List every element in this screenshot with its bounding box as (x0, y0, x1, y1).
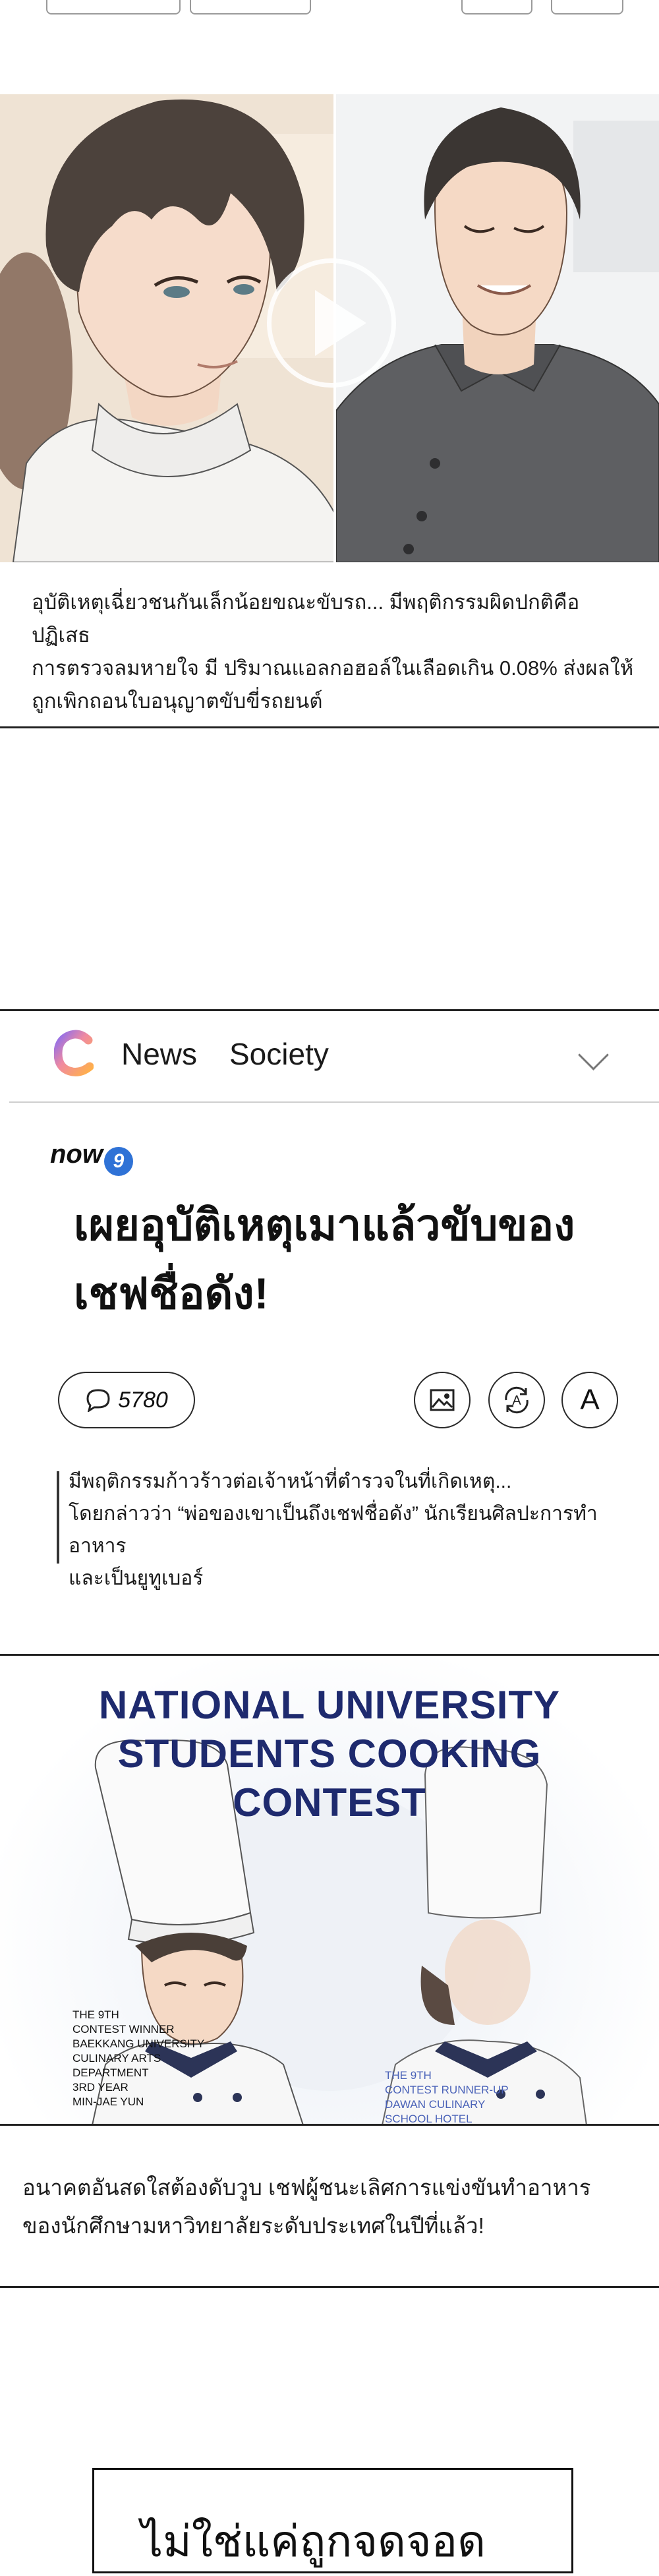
top-button-4[interactable] (551, 0, 623, 15)
winner-info-line: DEPARTMENT (72, 2066, 149, 2079)
winner-info-line: CONTEST WINNER (72, 2023, 175, 2035)
font-size-icon: A (580, 1384, 600, 1416)
comment-bubble-icon (86, 1389, 110, 1412)
winner-info-line: THE 9TH (72, 2008, 119, 2021)
winner-info-line: 3RD YEAR (72, 2081, 129, 2093)
speech-box-text: ไม่ใช่แค่ถูกจดจอด (141, 2517, 486, 2565)
runner-up-info: THE 9TH CONTEST RUNNER-UP DAWAN CULINARY… (385, 2068, 543, 2126)
brand-logo-text: now (50, 1140, 103, 1169)
winner-info: THE 9TH CONTEST WINNER BAEKKANG UNIVERSI… (72, 2008, 231, 2109)
chevron-down-icon[interactable] (578, 1039, 609, 1070)
headline-line: เผยอุบัติเหตุเมาแล้วขับของ (74, 1200, 575, 1249)
summary-line: และเป็นยูทูเบอร์ (69, 1567, 204, 1589)
runner-up-info-line: CONTEST RUNNER-UP (385, 2084, 509, 2096)
top-button-3[interactable] (461, 0, 532, 15)
nav-tab-news[interactable]: News (121, 1036, 197, 1072)
translate-icon: A (505, 1386, 529, 1414)
caption-line: ถูกเพิกถอนใบอนุญาตขับขี่รถยนต์ (32, 689, 323, 713)
comment-button[interactable]: 5780 (58, 1372, 195, 1428)
summary-line: โดยกล่าวว่า “พ่อของเขาเป็นถึงเชฟชื่อดัง”… (69, 1503, 598, 1557)
summary-quote-bar (57, 1471, 59, 1564)
top-button-1[interactable] (46, 0, 181, 15)
contest-title-line: STUDENTS COOKING (117, 1732, 542, 1776)
comment-count: 5780 (118, 1387, 168, 1413)
top-button-2[interactable] (190, 0, 311, 15)
caption-line: อนาคตอันสดใสต้องดับวูบ เชฟผู้ชนะเลิศการแ… (22, 2175, 591, 2200)
translate-button[interactable]: A (488, 1372, 545, 1428)
winner-info-line: MIN-JAE YUN (72, 2095, 144, 2108)
caption-line: อุบัติเหตุเฉี่ยวชนกันเล็กน้อยขณะขับรถ...… (32, 591, 580, 647)
header-divider (9, 1101, 659, 1103)
brand-logo-badge: 9 (104, 1147, 133, 1176)
panel-border (0, 2124, 659, 2126)
runner-up-info-line: THE 9TH (385, 2069, 432, 2082)
headline-line: เชฟชื่อดัง! (74, 1269, 269, 1318)
contest-title-line: CONTEST (233, 1780, 426, 1825)
contest-title-line: NATIONAL UNIVERSITY (98, 1683, 561, 1727)
image-button[interactable] (414, 1372, 471, 1428)
nav-tab-society[interactable]: Society (229, 1036, 329, 1072)
panel1-caption: อุบัติเหตุเฉี่ยวชนกันเล็กน้อยขณะขับรถ...… (32, 586, 638, 718)
play-icon[interactable] (315, 290, 366, 356)
image-icon (430, 1389, 455, 1411)
summary-line: มีพฤติกรรมก้าวร้าวต่อเจ้าหน้าที่ตำรวจในท… (69, 1471, 512, 1492)
panel2-caption: อนาคตอันสดใสต้องดับวูบ เชฟผู้ชนะเลิศการแ… (22, 2169, 648, 2245)
caption-line: การตรวจลมหายใจ มี ปริมาณแอลกอฮอล์ในเลือด… (32, 657, 634, 680)
svg-text:A: A (512, 1393, 521, 1408)
article-headline: เผยอุบัติเหตุเมาแล้วขับของ เชฟชื่อดัง! (74, 1190, 614, 1328)
news-app-logo-icon (54, 1030, 94, 1076)
news-card-top-border (0, 1009, 659, 1011)
winner-info-line: BAEKKANG UNIVERSITY (72, 2037, 205, 2050)
font-size-button[interactable]: A (561, 1372, 618, 1428)
contest-title: NATIONAL UNIVERSITY STUDENTS COOKING CON… (79, 1681, 580, 1827)
panel-border (0, 2286, 659, 2288)
winner-info-line: CULINARY ARTS (72, 2052, 161, 2064)
runner-up-info-line: DAWAN CULINARY (385, 2098, 486, 2111)
article-summary: มีพฤติกรรมก้าวร้าวต่อเจ้าหน้าที่ตำรวจในท… (69, 1465, 648, 1595)
caption-line: ของนักศึกษามหาวิทยาลัยระดับประเทศในปีที่… (22, 2213, 484, 2238)
panel-border (0, 726, 659, 728)
